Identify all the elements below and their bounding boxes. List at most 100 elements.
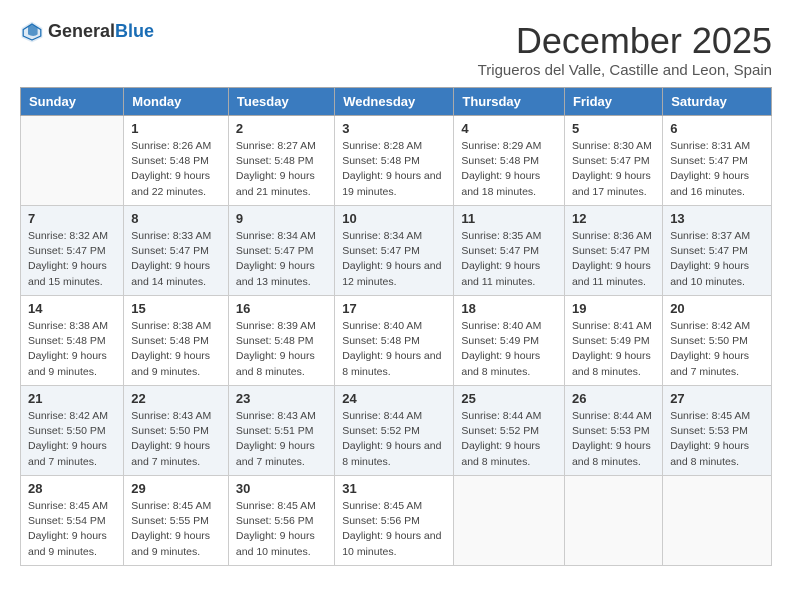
- day-info: Sunrise: 8:41 AMSunset: 5:49 PMDaylight:…: [572, 319, 655, 380]
- day-number: 12: [572, 211, 655, 226]
- day-info: Sunrise: 8:26 AMSunset: 5:48 PMDaylight:…: [131, 139, 221, 200]
- calendar-cell: 25 Sunrise: 8:44 AMSunset: 5:52 PMDayligh…: [454, 386, 565, 476]
- calendar-cell: [564, 476, 662, 566]
- day-info: Sunrise: 8:30 AMSunset: 5:47 PMDaylight:…: [572, 139, 655, 200]
- calendar-week-row: 21 Sunrise: 8:42 AMSunset: 5:50 PMDayligh…: [21, 386, 772, 476]
- day-info: Sunrise: 8:34 AMSunset: 5:47 PMDaylight:…: [236, 229, 327, 290]
- calendar-week-row: 7Sunrise: 8:32 AMSunset: 5:47 PMDaylight…: [21, 206, 772, 296]
- calendar-cell: 22Sunrise: 8:43 AMSunset: 5:50 PMDayligh…: [124, 386, 229, 476]
- day-number: 22: [131, 391, 221, 406]
- day-info: Sunrise: 8:45 AMSunset: 5:53 PMDaylight:…: [670, 409, 764, 470]
- day-info: Sunrise: 8:45 AMSunset: 5:55 PMDaylight:…: [131, 499, 221, 560]
- day-info: Sunrise: 8:44 AMSunset: 5:52 PMDaylight:…: [461, 409, 557, 470]
- day-number: 27: [670, 391, 764, 406]
- day-info: Sunrise: 8:38 AMSunset: 5:48 PMDaylight:…: [131, 319, 221, 380]
- day-info: Sunrise: 8:31 AMSunset: 5:47 PMDaylight:…: [670, 139, 764, 200]
- calendar-cell: 26Sunrise: 8:44 AMSunset: 5:53 PMDayligh…: [564, 386, 662, 476]
- calendar-cell: 27 Sunrise: 8:45 AMSunset: 5:53 PMDayligh…: [663, 386, 772, 476]
- day-info: Sunrise: 8:42 AMSunset: 5:50 PMDaylight:…: [28, 409, 116, 470]
- day-number: 25: [461, 391, 557, 406]
- calendar-cell: 29 Sunrise: 8:45 AMSunset: 5:55 PMDayligh…: [124, 476, 229, 566]
- calendar-cell: [663, 476, 772, 566]
- day-number: 7: [28, 211, 116, 226]
- header-thursday: Thursday: [454, 88, 565, 116]
- day-number: 16: [236, 301, 327, 316]
- logo-general: General: [48, 22, 115, 42]
- day-info: Sunrise: 8:29 AMSunset: 5:48 PMDaylight:…: [461, 139, 557, 200]
- day-number: 17: [342, 301, 446, 316]
- calendar-table: Sunday Monday Tuesday Wednesday Thursday…: [20, 87, 772, 566]
- day-info: Sunrise: 8:38 AMSunset: 5:48 PMDaylight:…: [28, 319, 116, 380]
- calendar-cell: 7Sunrise: 8:32 AMSunset: 5:47 PMDaylight…: [21, 206, 124, 296]
- day-info: Sunrise: 8:43 AMSunset: 5:51 PMDaylight:…: [236, 409, 327, 470]
- day-number: 28: [28, 481, 116, 496]
- calendar-cell: 6 Sunrise: 8:31 AMSunset: 5:47 PMDaylight…: [663, 116, 772, 206]
- day-number: 31: [342, 481, 446, 496]
- day-info: Sunrise: 8:45 AMSunset: 5:56 PMDaylight:…: [236, 499, 327, 560]
- day-info: Sunrise: 8:34 AMSunset: 5:47 PMDaylight:…: [342, 229, 446, 290]
- calendar-cell: [21, 116, 124, 206]
- day-number: 3: [342, 121, 446, 136]
- day-info: Sunrise: 8:33 AMSunset: 5:47 PMDaylight:…: [131, 229, 221, 290]
- day-info: Sunrise: 8:39 AMSunset: 5:48 PMDaylight:…: [236, 319, 327, 380]
- calendar-week-row: 14 Sunrise: 8:38 AMSunset: 5:48 PMDayligh…: [21, 296, 772, 386]
- logo: General Blue: [20, 20, 154, 44]
- calendar-cell: 17Sunrise: 8:40 AMSunset: 5:48 PMDayligh…: [335, 296, 454, 386]
- calendar-cell: 3 Sunrise: 8:28 AMSunset: 5:48 PMDaylight…: [335, 116, 454, 206]
- day-info: Sunrise: 8:27 AMSunset: 5:48 PMDaylight:…: [236, 139, 327, 200]
- day-info: Sunrise: 8:40 AMSunset: 5:49 PMDaylight:…: [461, 319, 557, 380]
- day-number: 21: [28, 391, 116, 406]
- day-number: 6: [670, 121, 764, 136]
- calendar-week-row: 1 Sunrise: 8:26 AMSunset: 5:48 PMDaylight…: [21, 116, 772, 206]
- day-info: Sunrise: 8:37 AMSunset: 5:47 PMDaylight:…: [670, 229, 764, 290]
- day-number: 11: [461, 211, 557, 226]
- calendar-cell: 1 Sunrise: 8:26 AMSunset: 5:48 PMDaylight…: [124, 116, 229, 206]
- calendar-cell: 5Sunrise: 8:30 AMSunset: 5:47 PMDaylight…: [564, 116, 662, 206]
- calendar-cell: 9 Sunrise: 8:34 AMSunset: 5:47 PMDaylight…: [228, 206, 334, 296]
- calendar-cell: 20 Sunrise: 8:42 AMSunset: 5:50 PMDayligh…: [663, 296, 772, 386]
- calendar-week-row: 28 Sunrise: 8:45 AMSunset: 5:54 PMDayligh…: [21, 476, 772, 566]
- day-number: 9: [236, 211, 327, 226]
- day-number: 13: [670, 211, 764, 226]
- day-number: 24: [342, 391, 446, 406]
- day-number: 15: [131, 301, 221, 316]
- calendar-cell: 28 Sunrise: 8:45 AMSunset: 5:54 PMDayligh…: [21, 476, 124, 566]
- calendar-header-row: Sunday Monday Tuesday Wednesday Thursday…: [21, 88, 772, 116]
- day-number: 1: [131, 121, 221, 136]
- calendar-cell: 10Sunrise: 8:34 AMSunset: 5:47 PMDayligh…: [335, 206, 454, 296]
- day-info: Sunrise: 8:28 AMSunset: 5:48 PMDaylight:…: [342, 139, 446, 200]
- day-number: 30: [236, 481, 327, 496]
- calendar-cell: 24Sunrise: 8:44 AMSunset: 5:52 PMDayligh…: [335, 386, 454, 476]
- day-number: 20: [670, 301, 764, 316]
- calendar-cell: 30 Sunrise: 8:45 AMSunset: 5:56 PMDayligh…: [228, 476, 334, 566]
- month-title: December 2025: [478, 20, 772, 62]
- day-info: Sunrise: 8:45 AMSunset: 5:54 PMDaylight:…: [28, 499, 116, 560]
- calendar-cell: [454, 476, 565, 566]
- header-monday: Monday: [124, 88, 229, 116]
- day-number: 18: [461, 301, 557, 316]
- calendar-cell: 8Sunrise: 8:33 AMSunset: 5:47 PMDaylight…: [124, 206, 229, 296]
- day-info: Sunrise: 8:42 AMSunset: 5:50 PMDaylight:…: [670, 319, 764, 380]
- calendar-cell: 31Sunrise: 8:45 AMSunset: 5:56 PMDayligh…: [335, 476, 454, 566]
- header-saturday: Saturday: [663, 88, 772, 116]
- calendar-cell: 23 Sunrise: 8:43 AMSunset: 5:51 PMDayligh…: [228, 386, 334, 476]
- header-wednesday: Wednesday: [335, 88, 454, 116]
- day-info: Sunrise: 8:44 AMSunset: 5:53 PMDaylight:…: [572, 409, 655, 470]
- day-info: Sunrise: 8:35 AMSunset: 5:47 PMDaylight:…: [461, 229, 557, 290]
- calendar-cell: 12Sunrise: 8:36 AMSunset: 5:47 PMDayligh…: [564, 206, 662, 296]
- calendar-cell: 15 Sunrise: 8:38 AMSunset: 5:48 PMDayligh…: [124, 296, 229, 386]
- day-number: 4: [461, 121, 557, 136]
- location-subtitle: Trigueros del Valle, Castille and Leon, …: [478, 62, 772, 79]
- header-friday: Friday: [564, 88, 662, 116]
- calendar-cell: 19Sunrise: 8:41 AMSunset: 5:49 PMDayligh…: [564, 296, 662, 386]
- calendar-cell: 16 Sunrise: 8:39 AMSunset: 5:48 PMDayligh…: [228, 296, 334, 386]
- calendar-cell: 21 Sunrise: 8:42 AMSunset: 5:50 PMDayligh…: [21, 386, 124, 476]
- logo-blue: Blue: [115, 22, 154, 42]
- day-number: 23: [236, 391, 327, 406]
- calendar-cell: 11 Sunrise: 8:35 AMSunset: 5:47 PMDayligh…: [454, 206, 565, 296]
- header-sunday: Sunday: [21, 88, 124, 116]
- page-header: General Blue December 2025 Trigueros del…: [20, 20, 772, 79]
- day-number: 14: [28, 301, 116, 316]
- day-number: 29: [131, 481, 221, 496]
- calendar-cell: 18 Sunrise: 8:40 AMSunset: 5:49 PMDayligh…: [454, 296, 565, 386]
